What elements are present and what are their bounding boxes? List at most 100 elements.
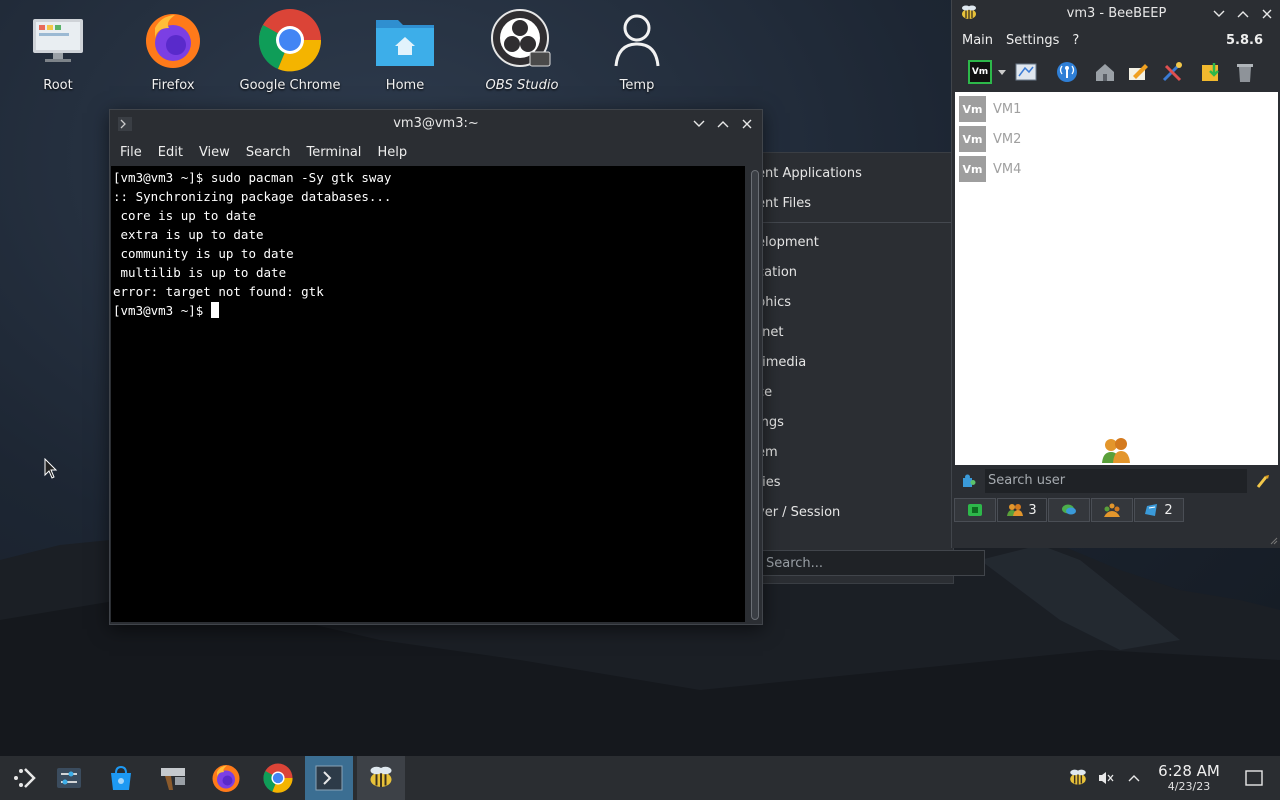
terminal-line: :: Synchronizing package databases... <box>113 189 392 204</box>
terminal-prompt-line: [vm3@vm3 ~]$ <box>113 301 743 320</box>
minimize-button[interactable] <box>691 116 707 132</box>
taskbar-beebeep[interactable] <box>357 756 405 800</box>
groups-icon <box>1104 503 1120 517</box>
bee-icon <box>370 766 392 787</box>
vcard-button[interactable] <box>1014 60 1038 84</box>
bee-icon <box>1070 769 1086 785</box>
menu-help[interactable]: Help <box>377 145 407 160</box>
desktop-icon-obs[interactable]: OBS Studio <box>467 8 577 93</box>
desktop-icon-label: Google Chrome <box>239 78 341 93</box>
maximize-button[interactable] <box>1235 6 1251 22</box>
taskbar: 6:28 AM 4/23/23 <box>0 756 1280 800</box>
launcher-item-education[interactable]: cation <box>757 265 797 280</box>
user-list-item[interactable]: Vm VM1 <box>959 96 1021 122</box>
menu-settings[interactable]: Settings <box>1006 33 1059 48</box>
tab-files[interactable]: 2 <box>1134 498 1184 522</box>
user-list-item[interactable]: Vm VM2 <box>959 126 1021 152</box>
close-button[interactable] <box>739 116 755 132</box>
tray-volume[interactable] <box>1096 756 1116 800</box>
desktop-icon-firefox[interactable]: Firefox <box>118 8 228 93</box>
launcher-item-development[interactable]: elopment <box>757 235 819 250</box>
close-button[interactable] <box>1259 6 1275 22</box>
beebeep-titlebar[interactable]: vm3 - BeeBEEP <box>952 0 1280 28</box>
status-dropdown-button[interactable] <box>996 60 1008 84</box>
clock-time: 6:28 AM <box>1158 762 1220 780</box>
terminal-line: community is up to date <box>113 246 294 261</box>
tab-users-count: 3 <box>1028 502 1037 518</box>
launcher-item-power-session[interactable]: ver / Session <box>757 505 840 520</box>
menu-terminal[interactable]: Terminal <box>306 145 361 160</box>
desktop-icon-temp[interactable]: Temp <box>582 8 692 93</box>
terminal-screen[interactable]: [vm3@vm3 ~]$ sudo pacman -Sy gtk sway:: … <box>111 166 745 622</box>
tray-beebeep[interactable] <box>1066 756 1090 800</box>
minimize-button[interactable] <box>1211 6 1227 22</box>
menu-view[interactable]: View <box>199 145 230 160</box>
files-icon <box>1145 504 1158 516</box>
beebeep-window: vm3 - BeeBEEP Main Settings ? 5.8.6 Vm V… <box>951 0 1280 548</box>
write-message-button[interactable] <box>1126 60 1150 84</box>
taskbar-pacman-tool[interactable] <box>149 756 197 800</box>
tab-chats[interactable] <box>1048 498 1090 522</box>
folder-download-icon <box>1202 63 1219 81</box>
firefox-icon <box>212 765 240 792</box>
download-folder-button[interactable] <box>1199 60 1223 84</box>
tools-icon <box>1162 62 1182 82</box>
house-icon <box>1096 64 1114 81</box>
application-launcher-button[interactable] <box>0 756 48 800</box>
taskbar-chrome[interactable] <box>254 756 302 800</box>
user-avatar: Vm <box>959 126 986 152</box>
show-desktop-button[interactable] <box>1242 756 1266 800</box>
user-avatar: Vm <box>959 156 986 182</box>
terminal-line: extra is up to date <box>113 227 264 242</box>
menu-main[interactable]: Main <box>962 33 993 48</box>
terminal-window: vm3@vm3:~ File Edit View Search Terminal… <box>109 109 763 625</box>
digital-clock[interactable]: 6:28 AM 4/23/23 <box>1150 762 1228 794</box>
menu-edit[interactable]: Edit <box>158 145 183 160</box>
user-name: VM1 <box>993 101 1022 117</box>
maximize-button[interactable] <box>715 116 731 132</box>
puzzle-icon <box>963 474 976 487</box>
user-list-item[interactable]: Vm VM4 <box>959 156 1021 182</box>
tab-status[interactable] <box>954 498 996 522</box>
desktop-icon-chrome[interactable]: Google Chrome <box>235 8 345 93</box>
launcher-item-recent-applications[interactable]: ent Applications <box>757 166 862 181</box>
show-desktop-icon <box>1245 770 1263 786</box>
menu-help[interactable]: ? <box>1072 33 1079 48</box>
users-watermark-icon <box>1102 438 1130 463</box>
search-user-input[interactable]: Search user <box>985 469 1247 493</box>
taskbar-system-settings[interactable] <box>45 756 93 800</box>
chrome-icon <box>263 763 293 793</box>
desktop-icon-label: Firefox <box>151 78 195 93</box>
tray-expand[interactable] <box>1124 756 1144 800</box>
scrollbar-thumb[interactable] <box>751 170 759 620</box>
status-icon <box>968 504 982 516</box>
menu-search[interactable]: Search <box>246 145 291 160</box>
network-button[interactable] <box>1055 60 1079 84</box>
terminal-titlebar[interactable]: vm3@vm3:~ <box>110 110 762 138</box>
clear-search-icon[interactable] <box>1255 473 1271 489</box>
plugins-button[interactable] <box>1160 60 1184 84</box>
pencil-icon <box>1129 64 1148 80</box>
chrome-icon <box>258 8 322 72</box>
tab-users[interactable]: 3 <box>997 498 1047 522</box>
taskbar-firefox[interactable] <box>202 756 250 800</box>
tab-groups[interactable] <box>1091 498 1133 522</box>
chevron-down-icon <box>998 69 1006 75</box>
trash-button[interactable] <box>1233 60 1257 84</box>
desktop-icon-root[interactable]: Root <box>3 8 113 93</box>
my-status-button[interactable]: Vm <box>968 60 992 84</box>
application-launcher: ent Applications ent Files elopment cati… <box>740 152 985 584</box>
launcher-item-multimedia[interactable]: timedia <box>757 355 806 370</box>
desktop-icon-home[interactable]: Home <box>350 8 460 93</box>
beebeep-window-title: vm3 - BeeBEEP <box>1066 6 1167 21</box>
volume-muted-icon <box>1099 772 1114 784</box>
launcher-item-recent-files[interactable]: ent Files <box>757 196 811 211</box>
taskbar-discover[interactable] <box>97 756 145 800</box>
tab-files-count: 2 <box>1164 502 1173 518</box>
taskbar-terminal[interactable] <box>305 756 353 800</box>
menu-file[interactable]: File <box>120 145 142 160</box>
home-button[interactable] <box>1093 60 1117 84</box>
resize-grip-icon[interactable] <box>1268 535 1278 545</box>
launcher-search-input[interactable]: Search... <box>759 550 985 576</box>
terminal-scrollbar[interactable] <box>750 170 760 620</box>
